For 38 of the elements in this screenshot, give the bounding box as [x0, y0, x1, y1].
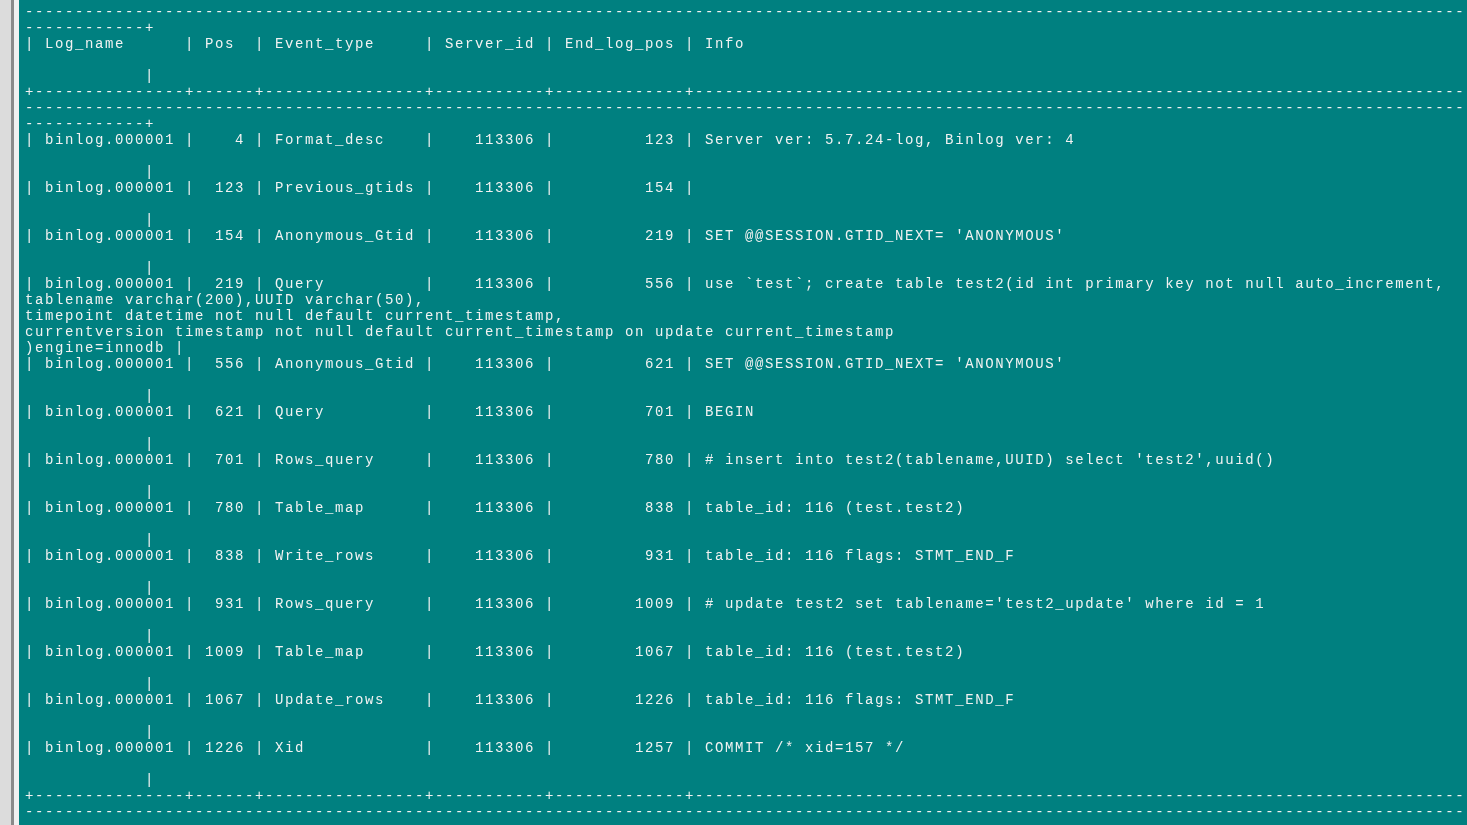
terminal-line: ------------------------------------------------------------------------------------------------------------------------------------------------: [25, 804, 1466, 820]
terminal-line: | binlog.000001 | 1067 | Update_rows | 113306 | 1226 | table_id: 116 flags: STMT_END_F: [25, 692, 1016, 708]
terminal-line: |: [144, 532, 156, 548]
terminal-line: | binlog.000001 | 780 | Table_map | 113306 | 838 | table_id: 116 (test.test2): [25, 500, 966, 516]
terminal-line: currentversion timestamp not null default current_timestamp on update current_timestamp: [25, 324, 896, 340]
terminal-line: | binlog.000001 | 556 | Anonymous_Gtid | 113306 | 621 | SET @@SESSION.GTID_NEXT= 'ANONYMOUS': [25, 356, 1066, 372]
terminal-line: |: [144, 628, 156, 644]
terminal-line: |: [144, 68, 156, 84]
terminal-line: timepoint datetime not null default current_timestamp,: [25, 308, 566, 324]
terminal-line: |: [144, 212, 156, 228]
terminal-line: |: [144, 436, 156, 452]
terminal-line: | binlog.000001 | 1009 | Table_map | 113306 | 1067 | table_id: 116 (test.test2): [25, 644, 966, 660]
terminal-line: | binlog.000001 | 219 | Query | 113306 | 556 | use `test`; create table test2(id int primary key not null auto_increment,: [25, 276, 1446, 292]
terminal-line: | binlog.000001 | 4 | Format_desc | 113306 | 123 | Server ver: 5.7.24-log, Binlog ver: 4: [25, 132, 1076, 148]
terminal-line: |: [144, 484, 156, 500]
terminal-line: +---------------+------+----------------+-----------+-------------+-----------------------------------------------------------------------------: [25, 84, 1466, 100]
terminal-line: | binlog.000001 | 838 | Write_rows | 113306 | 931 | table_id: 116 flags: STMT_END_F: [25, 548, 1016, 564]
terminal-line: )engine=innodb |: [25, 340, 186, 356]
terminal-line: +---------------+------+----------------+-----------+-------------+-----------------------------------------------------------------------------: [25, 788, 1466, 804]
terminal-line: | binlog.000001 | 123 | Previous_gtids | 113306 | 154 |: [25, 180, 696, 196]
terminal-line: | binlog.000001 | 1226 | Xid | 113306 | 1257 | COMMIT /* xid=157 */: [25, 740, 906, 756]
terminal-line: | binlog.000001 | 931 | Rows_query | 113306 | 1009 | # update test2 set tablename='test2_update' where id = 1: [25, 596, 1266, 612]
terminal-line: | Log_name | Pos | Event_type | Server_id | End_log_pos | Info: [25, 36, 746, 52]
terminal-line: tablename varchar(200),UUID varchar(50),: [25, 292, 426, 308]
terminal-line: ------------------------------------------------------------------------------------------------------------------------------------------------: [25, 4, 1466, 20]
terminal-line: ------------------------------------------------------------------------------------------------------------------------------------------------: [25, 100, 1466, 116]
terminal-line: |: [144, 724, 156, 740]
terminal-line: |: [144, 164, 156, 180]
terminal-line: ------------+: [25, 116, 156, 132]
terminal-line: |: [144, 676, 156, 692]
terminal-line: |: [144, 772, 156, 788]
terminal-line: |: [144, 580, 156, 596]
terminal-line: | binlog.000001 | 701 | Rows_query | 113306 | 780 | # insert into test2(tablename,UUID) select 'test2',uuid(): [25, 452, 1276, 468]
terminal-line: |: [144, 260, 156, 276]
terminal-line: | binlog.000001 | 154 | Anonymous_Gtid | 113306 | 219 | SET @@SESSION.GTID_NEXT= 'ANONYMOUS': [25, 228, 1066, 244]
terminal-line: | binlog.000001 | 621 | Query | 113306 | 701 | BEGIN: [25, 404, 756, 420]
terminal-line: ------------+: [25, 20, 156, 36]
terminal-line: |: [144, 388, 156, 404]
